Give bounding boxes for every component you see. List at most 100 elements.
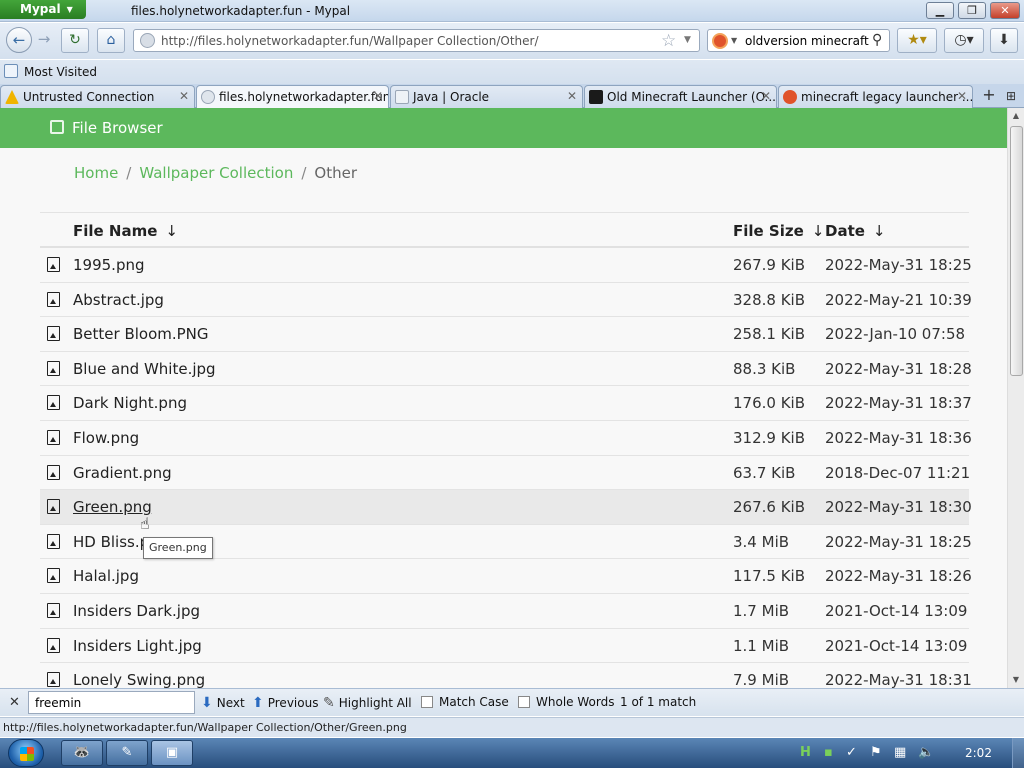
tab-java-oracle[interactable]: Java | Oracle ✕: [390, 85, 583, 108]
downloads-button[interactable]: ⬇: [990, 28, 1018, 53]
vertical-scrollbar[interactable]: ▲ ▼: [1007, 108, 1024, 688]
table-row[interactable]: Gradient.png 63.7 KiB 2018-Dec-07 11:21: [40, 456, 970, 491]
search-engine-icon[interactable]: [712, 33, 728, 49]
window-title-bar: Mypal ▼ files.holynetworkadapter.fun - My…: [0, 0, 1024, 22]
file-name-link[interactable]: Lonely Swing.png: [73, 671, 205, 688]
tab-close-icon[interactable]: ✕: [567, 89, 577, 103]
security-shield-icon[interactable]: ✓: [846, 745, 857, 760]
tab-close-icon[interactable]: ✕: [373, 89, 383, 103]
table-row-hovered[interactable]: Green.png 267.6 KiB 2022-May-31 18:30: [40, 490, 972, 525]
most-visited-bookmark[interactable]: Most Visited: [24, 65, 97, 79]
file-name-link[interactable]: Gradient.png: [73, 464, 172, 482]
forward-button[interactable]: →: [34, 27, 54, 53]
tab-label: minecraft legacy launcher ...: [801, 90, 973, 104]
tab-close-icon[interactable]: ✕: [957, 89, 967, 103]
breadcrumb-home[interactable]: Home: [74, 164, 118, 182]
file-date: 2022-May-31 18:26: [825, 567, 972, 586]
table-row[interactable]: Dark Night.png 176.0 KiB 2022-May-31 18:37: [40, 386, 972, 421]
home-button[interactable]: ⌂: [97, 28, 125, 53]
image-file-icon: [47, 464, 60, 480]
file-name-link[interactable]: Insiders Dark.jpg: [73, 602, 200, 620]
tab-list-button[interactable]: ⊞: [1006, 89, 1016, 103]
table-row[interactable]: 1995.png 267.9 KiB 2022-May-31 18:25: [40, 248, 972, 283]
find-next-button[interactable]: ⬇ Next: [201, 695, 245, 711]
file-name-link[interactable]: Blue and White.jpg: [73, 360, 216, 378]
search-engine-dropdown-icon[interactable]: ▼: [731, 36, 737, 45]
scroll-down-arrow-icon[interactable]: ▼: [1008, 672, 1024, 688]
history-button[interactable]: ◷▾: [944, 28, 984, 53]
table-row[interactable]: Flow.png 312.9 KiB 2022-May-31 18:36: [40, 421, 972, 456]
maximize-button[interactable]: ❐: [958, 2, 986, 19]
file-name-link[interactable]: Insiders Light.jpg: [73, 637, 202, 655]
tray-app-icon[interactable]: H: [800, 745, 811, 760]
show-desktop-button[interactable]: [1012, 738, 1024, 768]
table-header: File Name ↓ File Size ↓ Date ↓: [40, 212, 969, 248]
url-bar[interactable]: http://files.holynetworkadapter.fun/Wall…: [133, 29, 700, 52]
find-input[interactable]: freemin: [28, 691, 195, 714]
bookmarks-menu-button[interactable]: ★▾: [897, 28, 937, 53]
volume-icon[interactable]: 🔈: [918, 745, 934, 760]
new-tab-button[interactable]: +: [979, 86, 999, 106]
tab-close-icon[interactable]: ✕: [179, 89, 189, 103]
tray-green-icon[interactable]: ▪: [824, 745, 833, 760]
back-button[interactable]: ←: [6, 27, 32, 53]
taskbar-app-browser[interactable]: ▣: [151, 740, 193, 766]
file-name-link[interactable]: Abstract.jpg: [73, 291, 164, 309]
match-case-checkbox[interactable]: Match Case: [421, 695, 509, 709]
url-history-dropdown-icon[interactable]: ▼: [684, 35, 691, 45]
network-icon[interactable]: ▦: [894, 745, 906, 760]
reload-button[interactable]: ↻: [61, 28, 89, 53]
table-row[interactable]: Insiders Light.jpg 1.1 MiB 2021-Oct-14 13:…: [40, 629, 969, 664]
tab-minecraft-legacy-launcher[interactable]: minecraft legacy launcher ... ✕: [778, 85, 973, 108]
scroll-up-arrow-icon[interactable]: ▲: [1008, 108, 1024, 124]
find-previous-button[interactable]: ⬆ Previous: [252, 695, 318, 711]
table-row[interactable]: Insiders Dark.jpg 1.7 MiB 2021-Oct-14 13:0…: [40, 594, 969, 629]
tab-old-minecraft-launcher[interactable]: Old Minecraft Launcher (O... ✕: [584, 85, 777, 108]
bookmark-star-icon[interactable]: ☆: [661, 31, 676, 51]
column-label: File Size: [733, 222, 804, 240]
file-name-link[interactable]: Halal.jpg: [73, 567, 139, 585]
search-icon[interactable]: ⚲: [872, 32, 882, 48]
file-size: 3.4 MiB: [733, 532, 790, 551]
table-row[interactable]: Blue and White.jpg 88.3 KiB 2022-May-31 18…: [40, 352, 972, 387]
close-button[interactable]: ✕: [990, 2, 1020, 19]
search-input[interactable]: oldversion minecraft: [745, 34, 869, 48]
find-bar-close-icon[interactable]: ✕: [9, 695, 20, 710]
tab-files-holynetworkadapter[interactable]: files.holynetworkadapter.fun ✕: [196, 85, 389, 109]
table-row[interactable]: Abstract.jpg 328.8 KiB 2022-May-21 10:39: [40, 283, 972, 318]
column-file-size[interactable]: File Size ↓: [733, 222, 824, 240]
taskbar-clock[interactable]: 2:02: [965, 746, 992, 760]
app-menu-label: Mypal: [20, 2, 61, 16]
file-name-link[interactable]: Flow.png: [73, 429, 139, 447]
search-bar[interactable]: ▼ oldversion minecraft ⚲: [707, 29, 890, 52]
file-name-link[interactable]: Dark Night.png: [73, 394, 187, 412]
scrollbar-thumb[interactable]: [1010, 126, 1023, 376]
breadcrumb-wallpaper-collection[interactable]: Wallpaper Collection: [139, 164, 293, 182]
action-center-flag-icon[interactable]: ⚑: [870, 745, 882, 760]
minimize-button[interactable]: ▁: [926, 2, 954, 19]
plus-icon: +: [982, 85, 996, 104]
file-name-link[interactable]: 1995.png: [73, 256, 145, 274]
column-file-name[interactable]: File Name ↓: [73, 222, 178, 240]
taskbar-app-1[interactable]: 🦝: [61, 740, 103, 766]
url-text[interactable]: http://files.holynetworkadapter.fun/Wall…: [161, 34, 539, 48]
file-name-link[interactable]: HD Bliss.p: [73, 533, 149, 551]
table-row[interactable]: Halal.jpg 117.5 KiB 2022-May-31 18:26: [40, 559, 972, 594]
tab-untrusted-connection[interactable]: Untrusted Connection ✕: [0, 85, 195, 108]
highlight-all-button[interactable]: ✎ Highlight All: [323, 695, 412, 711]
taskbar-app-2[interactable]: ✎: [106, 740, 148, 766]
site-identity-icon[interactable]: [140, 33, 155, 48]
column-label: File Name: [73, 222, 158, 240]
bookmarks-star-icon: ★▾: [907, 32, 927, 48]
table-row[interactable]: Better Bloom.PNG 258.1 KiB 2022-Jan-10 07:…: [40, 317, 969, 352]
start-button[interactable]: [8, 739, 44, 767]
file-browser-title[interactable]: File Browser: [72, 119, 163, 137]
column-date[interactable]: Date ↓: [825, 222, 886, 240]
app-menu-button[interactable]: Mypal ▼: [0, 0, 86, 19]
table-row[interactable]: Lonely Swing.png 7.9 MiB 2022-May-31 18:31: [40, 663, 972, 688]
tab-close-icon[interactable]: ✕: [761, 89, 771, 103]
notepad-icon: ✎: [121, 745, 133, 760]
whole-words-checkbox[interactable]: Whole Words: [518, 695, 614, 709]
file-name-link[interactable]: Better Bloom.PNG: [73, 325, 209, 343]
find-bar: ✕ freemin ⬇ Next ⬆ Previous ✎ Highlight All…: [0, 688, 1024, 716]
